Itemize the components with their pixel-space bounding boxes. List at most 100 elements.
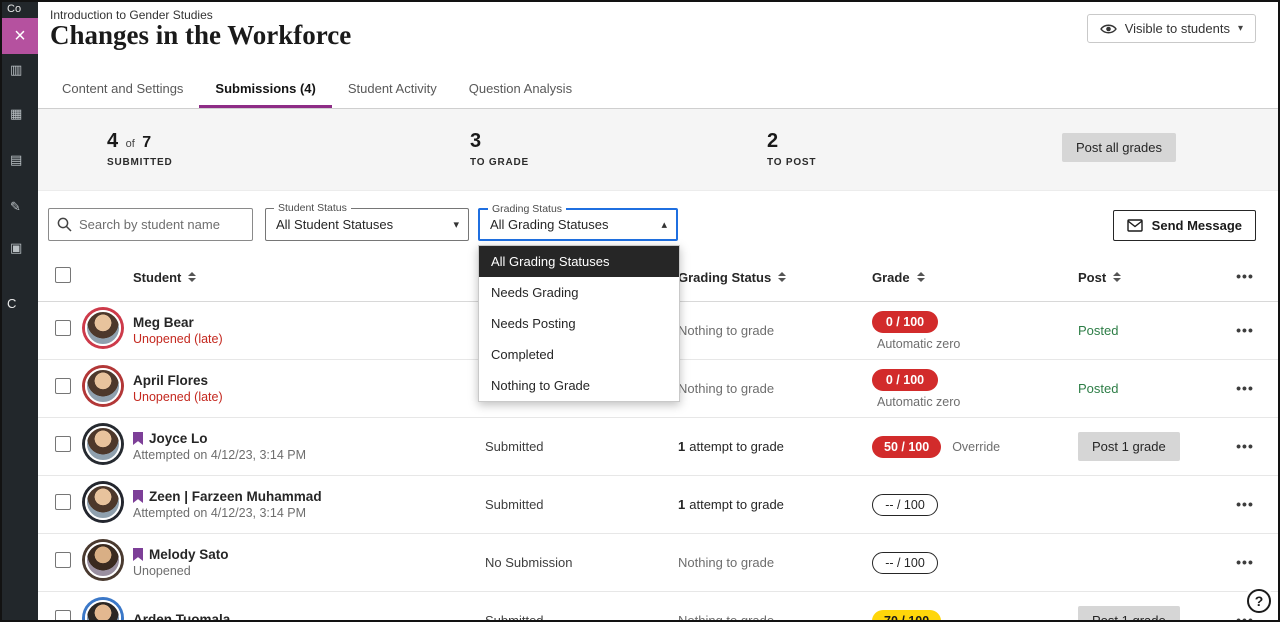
row-checkbox[interactable] [55,436,71,452]
grade-cell: -- / 100 [872,552,1078,574]
row-checkbox[interactable] [55,378,71,394]
student-status-line: Unopened (late) [133,332,485,346]
search-input[interactable] [48,208,253,241]
grade-pill[interactable]: 0 / 100 [872,369,938,391]
row-menu-button[interactable]: ••• [1236,380,1254,396]
visibility-button[interactable]: Visible to students ▾ [1087,14,1256,43]
post-cell: Post 1 grade [1078,606,1228,622]
stat-submitted: 4 of 7 SUBMITTED [107,130,173,168]
filter-bar: Student Status All Student Statuses ▾ Gr… [38,191,1278,241]
sidebar-pencil-icon[interactable]: ✎ [10,199,30,215]
search-icon [57,217,72,232]
sidebar-document-icon[interactable]: ▤ [10,152,30,168]
table-menu-button[interactable]: ••• [1236,268,1254,284]
grade-cell: 0 / 100 Automatic zero [872,311,1078,351]
menu-option-all-grading-statuses[interactable]: All Grading Statuses [479,246,679,277]
submitted-count: 4 [107,130,118,152]
posted-label: Posted [1078,323,1118,338]
stat-to-post: 2 TO POST [767,130,816,168]
grade-pill[interactable]: 50 / 100 [872,436,941,458]
submission-status: Submitted [485,439,678,454]
menu-option-needs-grading[interactable]: Needs Grading [479,277,679,308]
avatar [85,426,121,462]
grading-status-cell: 1attempt to grade [678,439,872,454]
row-menu-button[interactable]: ••• [1236,496,1254,512]
envelope-icon [1127,219,1143,232]
grade-cell: 0 / 100 Automatic zero [872,369,1078,409]
student-status-line: Attempted on 4/12/23, 3:14 PM [133,448,485,462]
row-menu-button[interactable]: ••• [1236,322,1254,338]
student-name: Arden Tuomala [133,612,230,622]
grading-status-cell: Nothing to grade [678,613,872,622]
grading-status-label: Grading Status [488,203,566,215]
column-header-student[interactable]: Student [133,270,485,285]
grade-cell: 50 / 100 Override [872,436,1078,458]
accommodations-flag-icon [133,490,143,503]
row-checkbox[interactable] [55,610,71,622]
row-checkbox[interactable] [55,552,71,568]
grading-status-cell: 1attempt to grade [678,497,872,512]
to-post-count: 2 [767,130,778,152]
tab-student-activity[interactable]: Student Activity [332,70,453,108]
grade-pill[interactable]: 70 / 100 [872,610,941,622]
grade-pill[interactable]: -- / 100 [872,494,938,516]
chevron-down-icon: ▾ [453,218,459,231]
tab-content-and-settings[interactable]: Content and Settings [46,70,199,108]
student-name: April Flores [133,373,208,388]
chevron-down-icon: ▾ [1238,23,1243,34]
tab-question-analysis[interactable]: Question Analysis [453,70,588,108]
post-all-grades-button[interactable]: Post all grades [1062,133,1176,162]
stats-bar: 4 of 7 SUBMITTED 3 TO GRADE 2 TO POST Po… [38,109,1278,191]
page-title: Changes in the Workforce [50,20,351,51]
grading-status-select[interactable]: Grading Status All Grading Statuses ▴ Al… [478,208,678,241]
help-button[interactable]: ? [1247,589,1271,613]
close-icon: × [14,25,26,47]
avatar [85,542,121,578]
sidebar-calendar-icon[interactable]: ▥ [10,62,30,78]
column-header-post[interactable]: Post [1078,270,1228,285]
student-status-line: Attempted on 4/12/23, 3:14 PM [133,506,485,520]
menu-option-nothing-to-grade[interactable]: Nothing to Grade [479,370,679,401]
post-grade-button[interactable]: Post 1 grade [1078,432,1180,461]
grading-status-cell: Nothing to grade [678,381,872,396]
sidebar-grid-icon[interactable]: ▦ [10,106,30,122]
to-grade-label: TO GRADE [470,157,529,168]
student-status-select[interactable]: Student Status All Student Statuses ▾ [265,208,469,241]
post-cell: Post 1 grade [1078,432,1228,461]
table-row: Melody Sato Unopened No Submission Nothi… [38,534,1278,592]
row-menu-button[interactable]: ••• [1236,438,1254,454]
grade-pill[interactable]: -- / 100 [872,552,938,574]
sort-icon [1113,272,1121,282]
menu-option-completed[interactable]: Completed [479,339,679,370]
to-grade-count: 3 [470,130,481,152]
column-header-grade[interactable]: Grade [872,270,1078,285]
accommodations-flag-icon [133,432,143,445]
avatar [85,368,121,404]
student-status-label: Student Status [274,202,351,214]
row-menu-button[interactable]: ••• [1236,612,1254,622]
select-all-checkbox[interactable] [55,267,71,283]
send-message-label: Send Message [1152,218,1242,233]
grading-status-menu: All Grading Statuses Needs Grading Needs… [478,245,680,402]
row-menu-button[interactable]: ••• [1236,554,1254,570]
row-checkbox[interactable] [55,320,71,336]
post-grade-button[interactable]: Post 1 grade [1078,606,1180,622]
table-row: Arden Tuomala Submitted Nothing to grade… [38,592,1278,622]
tab-bar: Content and Settings Submissions (4) Stu… [38,70,1278,109]
column-header-grading-status[interactable]: Grading Status [678,270,872,285]
submitted-total: 7 [142,134,151,151]
close-panel-button[interactable]: × [2,18,38,54]
send-message-button[interactable]: Send Message [1113,210,1256,241]
row-checkbox[interactable] [55,494,71,510]
tab-submissions[interactable]: Submissions (4) [199,70,331,108]
sidebar-list-icon[interactable]: ▣ [10,240,30,256]
visibility-label: Visible to students [1125,21,1230,36]
grade-pill[interactable]: 0 / 100 [872,311,938,333]
avatar [85,310,121,346]
sort-icon [778,272,786,282]
post-cell: Posted [1078,380,1228,398]
main-panel: Introduction to Gender Studies Changes i… [38,2,1278,620]
menu-option-needs-posting[interactable]: Needs Posting [479,308,679,339]
submission-status: Submitted [485,497,678,512]
student-name: Joyce Lo [149,431,208,446]
